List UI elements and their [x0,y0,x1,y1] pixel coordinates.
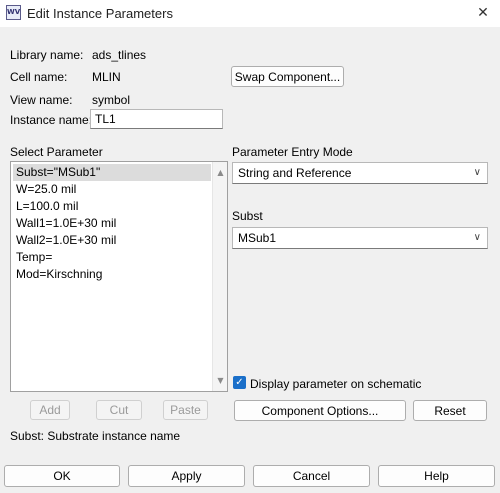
display-parameter-label: Display parameter on schematic [250,377,422,391]
ok-button[interactable]: OK [4,465,120,487]
entry-mode-label: Parameter Entry Mode [232,145,353,159]
paste-button[interactable]: Paste [163,400,208,420]
scroll-down-icon[interactable]: ▼ [213,373,228,388]
parameter-list-scrollbar[interactable]: ▲ ▼ [212,162,227,391]
reset-button[interactable]: Reset [413,400,487,421]
cancel-button[interactable]: Cancel [253,465,370,487]
entry-mode-select[interactable]: String and Reference ∨ [232,162,488,184]
subst-select[interactable]: MSub1 ∨ [232,227,488,249]
title-bar: WV Edit Instance Parameters ✕ [0,0,500,27]
cell-name-value: MLIN [92,70,121,84]
scroll-up-icon[interactable]: ▲ [213,165,228,180]
add-button[interactable]: Add [30,400,70,420]
subst-value: MSub1 [238,231,277,245]
instance-name-label: Instance name: [10,113,93,127]
apply-button[interactable]: Apply [128,465,245,487]
list-item[interactable]: W=25.0 mil [13,181,211,198]
entry-mode-value: String and Reference [238,166,352,180]
close-icon[interactable]: ✕ [472,3,494,23]
list-item[interactable]: Wall2=1.0E+30 mil [13,232,211,249]
list-item[interactable]: Wall1=1.0E+30 mil [13,215,211,232]
list-item[interactable]: Subst="MSub1" [13,164,211,181]
parameter-list[interactable]: Subst="MSub1" W=25.0 mil L=100.0 mil Wal… [10,161,228,392]
ads-app-icon: WV [6,5,21,20]
window-title: Edit Instance Parameters [27,6,173,21]
library-name-value: ads_tlines [92,48,147,62]
library-name-label: Library name: [10,48,84,62]
chevron-down-icon: ∨ [473,232,481,243]
view-name-label: View name: [10,93,73,107]
list-item[interactable]: Temp= [13,249,211,266]
status-text: Subst: Substrate instance name [10,429,181,443]
instance-name-field[interactable]: TL1 [90,109,223,129]
cut-button[interactable]: Cut [96,400,142,420]
list-item[interactable]: L=100.0 mil [13,198,211,215]
help-button[interactable]: Help [378,465,495,487]
component-options-button[interactable]: Component Options... [234,400,406,421]
cell-name-label: Cell name: [10,70,68,84]
chevron-down-icon: ∨ [473,167,481,178]
display-parameter-checkbox[interactable]: ✓ [233,376,246,389]
select-parameter-label: Select Parameter [10,145,103,159]
subst-label: Subst [232,209,263,223]
list-item[interactable]: Mod=Kirschning [13,266,211,283]
swap-component-button[interactable]: Swap Component... [231,66,344,87]
view-name-value: symbol [92,93,131,107]
